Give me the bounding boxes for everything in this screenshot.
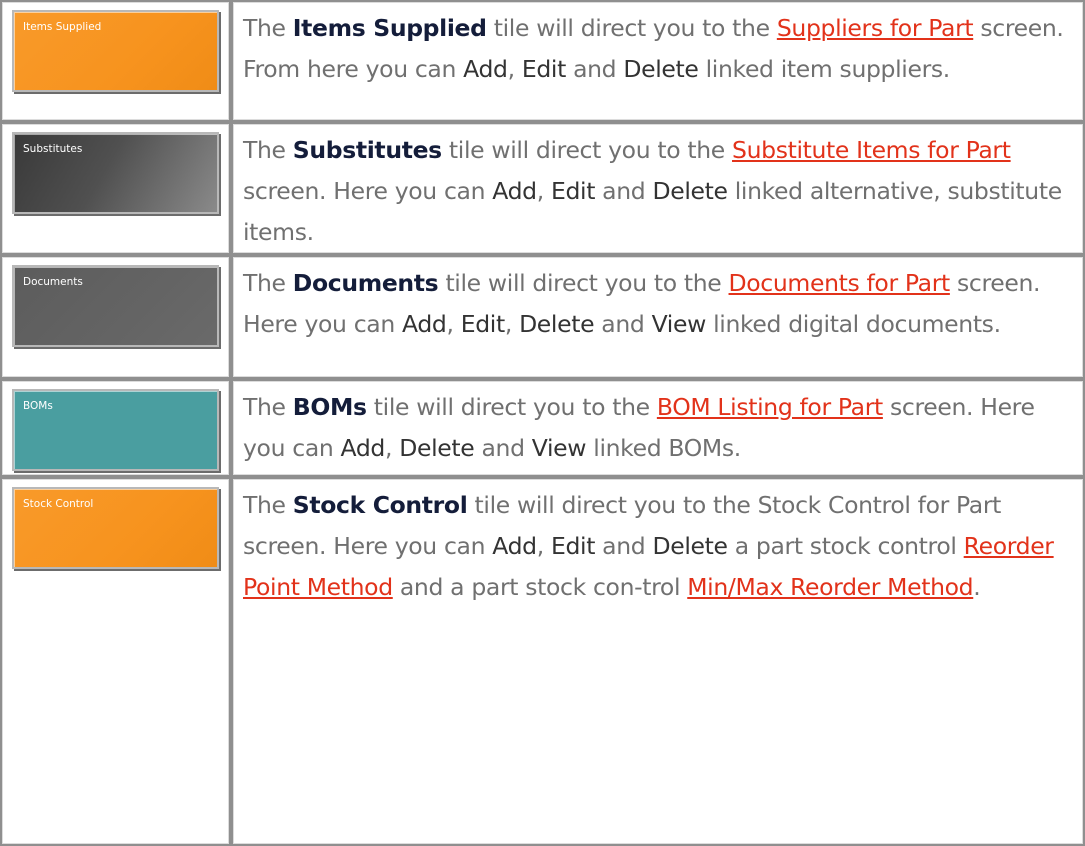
description-text: The Substitutes tile will direct you to … [243, 136, 1062, 246]
tile-cell: Documents [0, 255, 231, 379]
description-text: The BOMs tile will direct you to the BOM… [243, 393, 1035, 462]
table-row: Stock Control The Stock Control tile wil… [0, 477, 1085, 846]
tile-label: BOMs [23, 400, 53, 412]
description-cell: The Stock Control tile will direct you t… [231, 477, 1085, 846]
description-cell: The Substitutes tile will direct you to … [231, 122, 1085, 255]
stock-control-tile[interactable]: Stock Control [12, 487, 219, 569]
substitutes-tile[interactable]: Substitutes [12, 132, 219, 214]
description-text: The Items Supplied tile will direct you … [243, 14, 1064, 83]
min-max-reorder-method-link[interactable]: Min/Max Reorder Method [687, 573, 973, 601]
table-row: Substitutes The Substitutes tile will di… [0, 122, 1085, 255]
description-text: The Stock Control tile will direct you t… [243, 491, 1054, 601]
tile-label: Substitutes [23, 143, 83, 155]
tile-label: Documents [23, 276, 83, 288]
table-row: BOMs The BOMs tile will direct you to th… [0, 379, 1085, 477]
description-cell: The Items Supplied tile will direct you … [231, 0, 1085, 122]
boms-tile[interactable]: BOMs [12, 389, 219, 471]
bom-listing-for-part-link[interactable]: BOM Listing for Part [657, 393, 883, 421]
tile-cell: Substitutes [0, 122, 231, 255]
description-cell: The Documents tile will direct you to th… [231, 255, 1085, 379]
table-row: Items Supplied The Items Supplied tile w… [0, 0, 1085, 122]
tile-cell: Items Supplied [0, 0, 231, 122]
tiles-documentation-table: Items Supplied The Items Supplied tile w… [0, 0, 1085, 846]
description-text: The Documents tile will direct you to th… [243, 269, 1041, 338]
items-supplied-tile[interactable]: Items Supplied [12, 10, 219, 92]
suppliers-for-part-link[interactable]: Suppliers for Part [777, 14, 974, 42]
tile-cell: Stock Control [0, 477, 231, 846]
description-cell: The BOMs tile will direct you to the BOM… [231, 379, 1085, 477]
tile-label: Stock Control [23, 498, 94, 510]
table-row: Documents The Documents tile will direct… [0, 255, 1085, 379]
tile-cell: BOMs [0, 379, 231, 477]
substitute-items-for-part-link[interactable]: Substitute Items for Part [732, 136, 1011, 164]
documents-for-part-link[interactable]: Documents for Part [729, 269, 951, 297]
documents-tile[interactable]: Documents [12, 265, 219, 347]
tile-label: Items Supplied [23, 21, 102, 33]
